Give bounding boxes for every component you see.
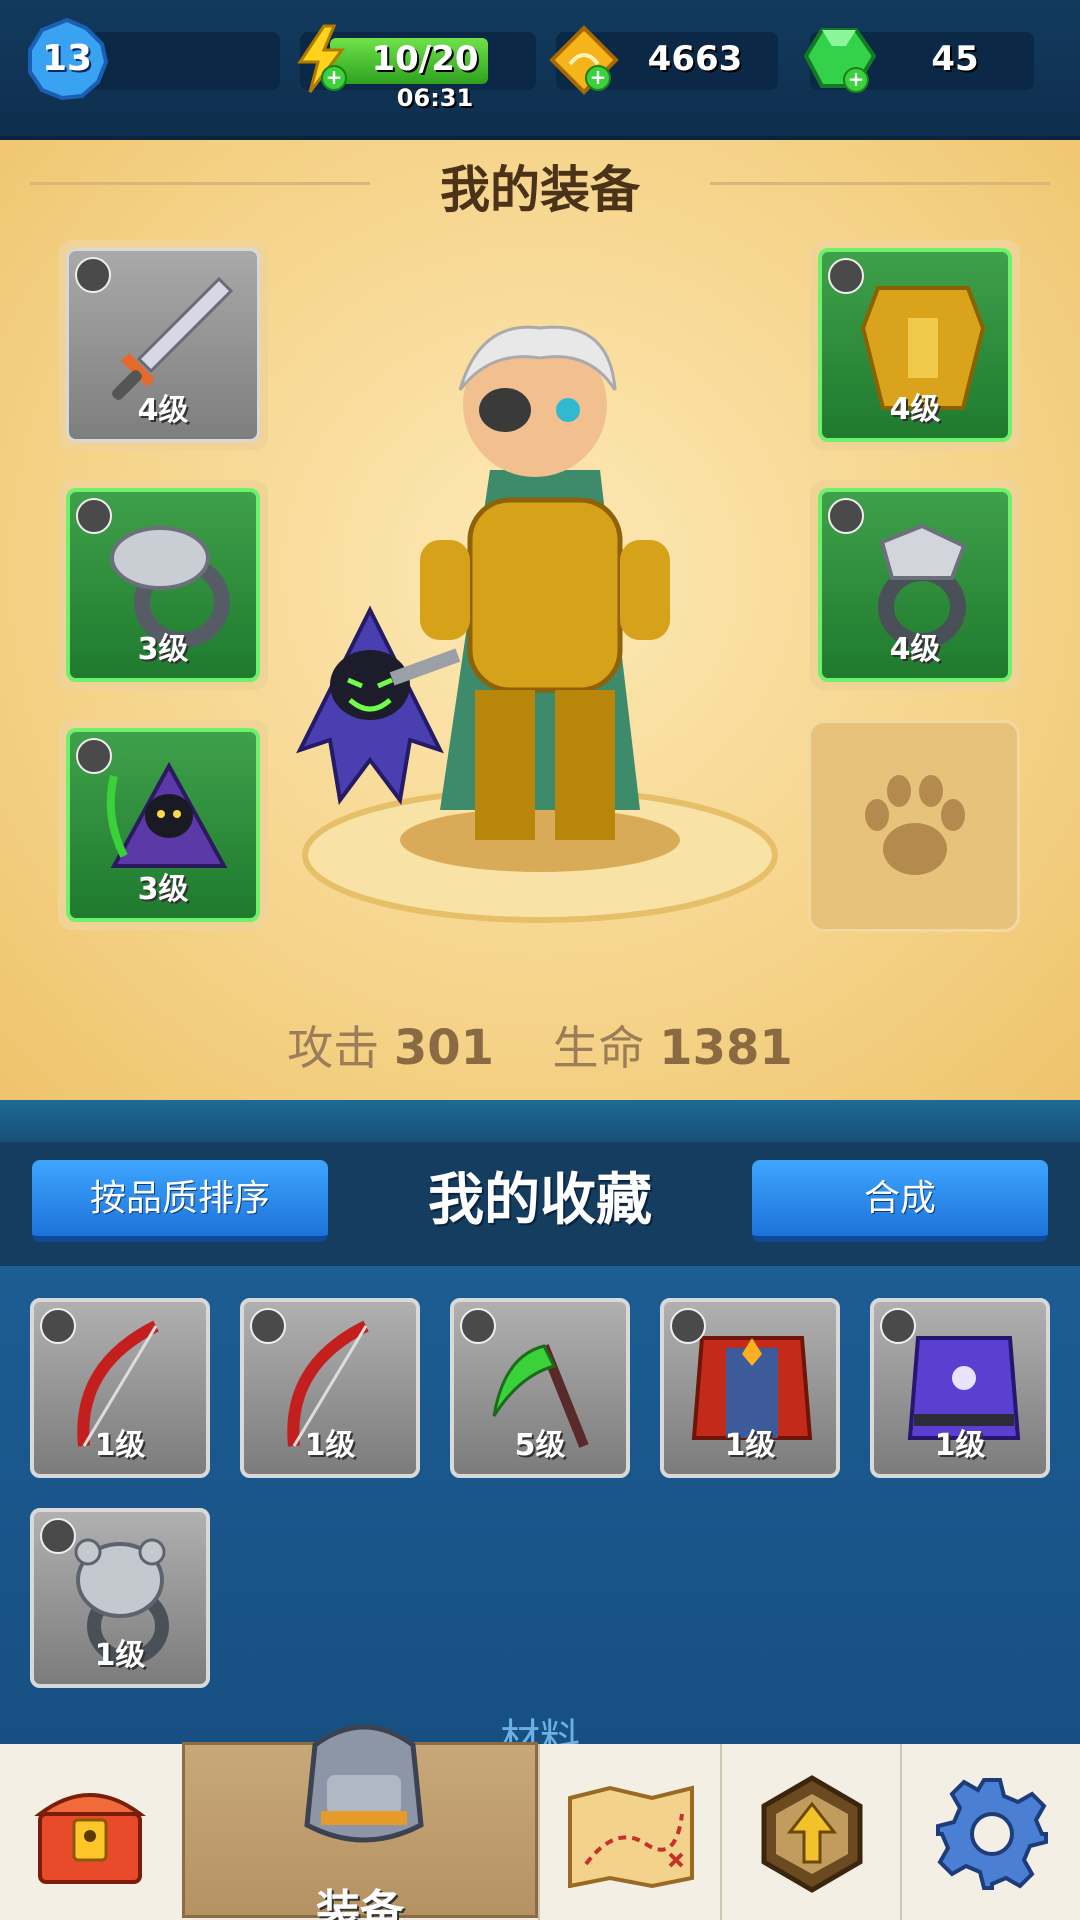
ring-type-icon — [40, 1518, 76, 1554]
weapon-type-icon — [40, 1308, 76, 1344]
slot-level: 4级 — [889, 632, 941, 667]
gold-value: 4663 — [647, 39, 743, 79]
reaper-pet-companion — [270, 600, 470, 830]
weapon-type-icon — [250, 1308, 286, 1344]
collection-item[interactable]: 1级 — [660, 1298, 840, 1478]
gear-icon — [934, 1776, 1050, 1892]
energy-value: 10/20 — [371, 39, 479, 79]
attack-value: 301 — [393, 1020, 495, 1076]
armor-type-icon — [880, 1308, 916, 1344]
map-icon — [566, 1784, 696, 1888]
item-level: 1级 — [934, 1428, 986, 1463]
ring-type-icon — [76, 498, 112, 534]
gold-plus-icon[interactable]: + — [548, 24, 620, 96]
equip-slot-pet-empty[interactable] — [808, 720, 1020, 932]
item-level: 1级 — [94, 1638, 146, 1673]
equip-slot-pet[interactable]: 3级 — [58, 720, 268, 930]
level-pill — [90, 32, 280, 90]
armor-type-icon — [670, 1308, 706, 1344]
hp-value: 1381 — [659, 1020, 793, 1076]
nav-map[interactable] — [538, 1744, 720, 1920]
item-level: 1级 — [94, 1428, 146, 1463]
attack-label: 攻击 — [287, 1021, 380, 1075]
player-level: 13 — [41, 38, 93, 79]
equip-slot-armor[interactable]: 4级 — [810, 240, 1020, 450]
nav-equipment[interactable]: 装备 — [182, 1724, 538, 1920]
merge-button[interactable]: 合成 — [752, 1160, 1048, 1242]
svg-text:+: + — [590, 65, 607, 89]
svg-text:+: + — [848, 67, 865, 91]
equip-slot-ring-1[interactable]: 3级 — [58, 480, 268, 690]
section-separator — [0, 1100, 1080, 1142]
gems-value: 45 — [931, 39, 979, 79]
nav-chest[interactable] — [0, 1744, 182, 1920]
weapon-type-icon — [460, 1308, 496, 1344]
treasure-chest-icon — [34, 1780, 146, 1888]
gem-plus-icon[interactable]: + — [802, 24, 878, 98]
sort-by-quality-button[interactable]: 按品质排序 — [32, 1160, 328, 1242]
hp-label: 生命 — [552, 1021, 645, 1075]
slot-level: 4级 — [137, 393, 189, 428]
slot-level: 4级 — [889, 392, 941, 427]
item-level: 1级 — [304, 1428, 356, 1463]
armor-helmet-icon — [297, 1715, 431, 1855]
nav-settings[interactable] — [900, 1744, 1080, 1920]
equipment-title: 我的装备 — [440, 161, 640, 219]
slot-level: 3级 — [137, 872, 189, 907]
equip-slot-weapon[interactable]: 4级 — [58, 240, 268, 450]
item-level: 5级 — [514, 1428, 566, 1463]
nav-upgrade[interactable] — [720, 1744, 900, 1920]
slot-level: 3级 — [137, 632, 189, 667]
pet-type-icon — [76, 738, 112, 774]
paw-icon — [855, 771, 975, 881]
collection-item[interactable]: 1级 — [870, 1298, 1050, 1478]
item-level: 1级 — [724, 1428, 776, 1463]
equip-slot-ring-2[interactable]: 4级 — [810, 480, 1020, 690]
collection-item[interactable]: 1级 — [30, 1298, 210, 1478]
upgrade-arrow-icon — [758, 1774, 866, 1894]
ring-type-icon — [828, 498, 864, 534]
energy-timer: 06:31 — [396, 84, 474, 112]
collection-item[interactable]: 1级 — [30, 1508, 210, 1688]
weapon-type-icon — [75, 257, 111, 293]
collection-item[interactable]: 1级 — [240, 1298, 420, 1478]
collection-title: 我的收藏 — [428, 1168, 652, 1233]
armor-type-icon — [828, 258, 864, 294]
collection-item[interactable]: 5级 — [450, 1298, 630, 1478]
hero-stats: 攻击 301 生命 1381 — [0, 1012, 1080, 1078]
nav-equipment-label: 装备 — [316, 1886, 404, 1920]
